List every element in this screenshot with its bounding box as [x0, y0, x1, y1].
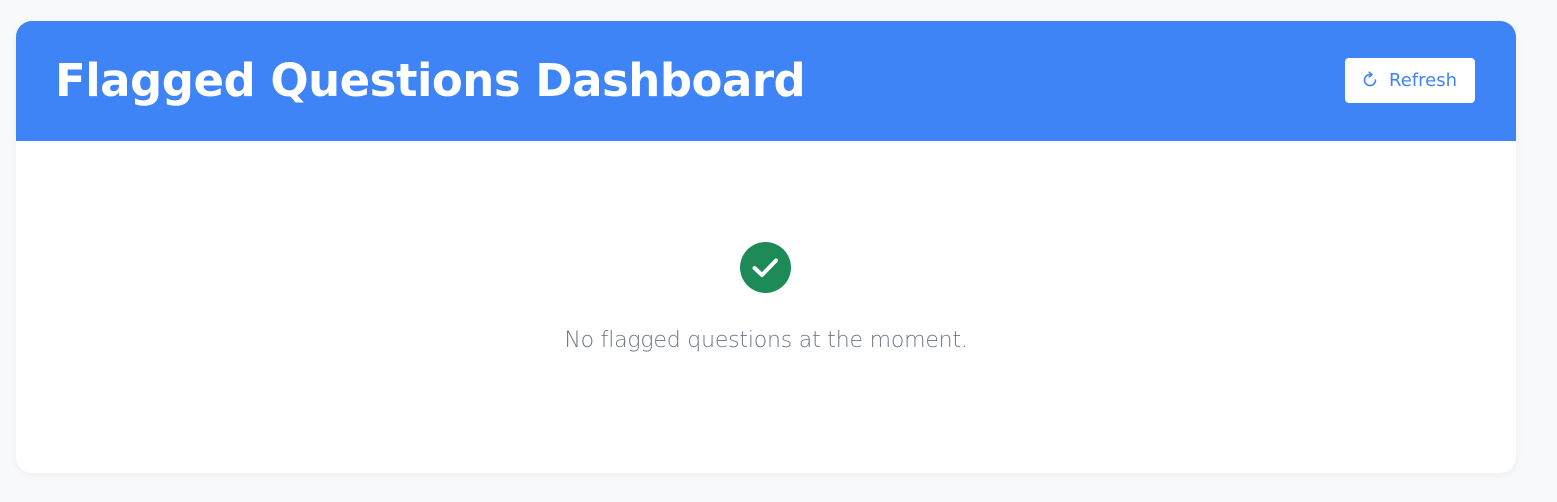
- refresh-button[interactable]: Refresh: [1345, 57, 1475, 103]
- refresh-button-label: Refresh: [1389, 69, 1457, 91]
- check-circle-icon: [740, 242, 791, 293]
- refresh-icon: [1361, 71, 1379, 89]
- flagged-questions-card: Flagged Questions Dashboard Refresh No f…: [16, 21, 1516, 473]
- page-title: Flagged Questions Dashboard: [55, 53, 806, 107]
- card-header: Flagged Questions Dashboard Refresh: [16, 21, 1516, 141]
- empty-state-message: No flagged questions at the moment.: [564, 328, 968, 353]
- card-body: No flagged questions at the moment.: [16, 141, 1516, 473]
